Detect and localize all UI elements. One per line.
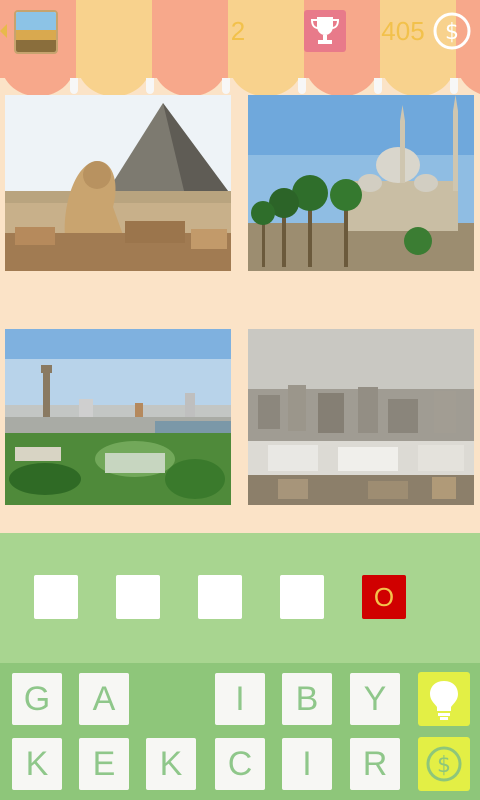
answer-slot[interactable] xyxy=(280,575,324,619)
letter-keyboard: G A I B Y K E K C I R $ xyxy=(0,663,480,800)
trophy-icon xyxy=(310,17,340,44)
letter-key[interactable]: A xyxy=(79,673,129,725)
svg-text:$: $ xyxy=(437,753,451,778)
lightbulb-icon xyxy=(430,681,458,720)
answer-slot-filled[interactable]: O xyxy=(362,575,406,619)
header-bar xyxy=(0,0,480,95)
letter-key[interactable]: Y xyxy=(350,673,400,725)
letter-key[interactable]: B xyxy=(282,673,332,725)
letter-key[interactable]: I xyxy=(282,738,332,790)
answer-slot[interactable] xyxy=(34,575,78,619)
clue-picture-mosque[interactable] xyxy=(248,95,474,271)
dollar-coin-icon[interactable]: $ xyxy=(432,11,472,51)
clue-picture-tower-city[interactable] xyxy=(5,329,231,505)
letter-key-used xyxy=(146,673,196,725)
answer-slot[interactable] xyxy=(198,575,242,619)
dollar-coin-icon: $ xyxy=(426,746,462,782)
answer-area: O xyxy=(0,533,480,663)
answer-slot[interactable] xyxy=(116,575,160,619)
trophy-button[interactable] xyxy=(304,10,346,52)
letter-key[interactable]: K xyxy=(12,738,62,790)
clue-picture-cityscape[interactable] xyxy=(248,329,474,505)
letter-key[interactable]: R xyxy=(350,738,400,790)
svg-text:$: $ xyxy=(445,20,459,45)
clue-picture-pyramid[interactable] xyxy=(5,95,231,271)
coin-count: 405 xyxy=(381,16,425,46)
letter-key[interactable]: G xyxy=(12,673,62,725)
letter-key[interactable]: K xyxy=(146,738,196,790)
letter-key[interactable]: E xyxy=(79,738,129,790)
letter-key[interactable]: I xyxy=(215,673,265,725)
letter-key[interactable]: C xyxy=(215,738,265,790)
buy-coins-button[interactable]: $ xyxy=(418,737,470,791)
level-thumbnail-icon[interactable] xyxy=(14,10,58,54)
back-arrow-icon[interactable] xyxy=(0,24,7,38)
level-number: 2 xyxy=(230,16,246,46)
hint-button[interactable] xyxy=(418,672,470,726)
